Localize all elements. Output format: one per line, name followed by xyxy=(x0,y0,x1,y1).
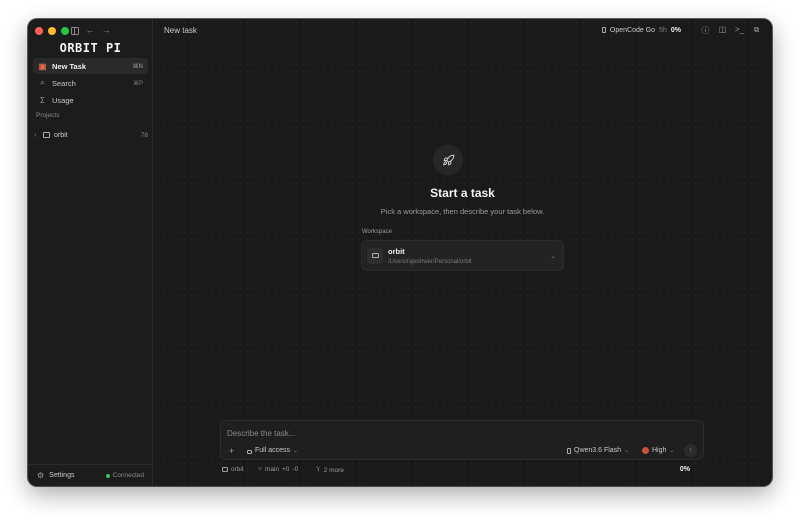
model-icon xyxy=(567,447,571,454)
toggle-sidebar-icon[interactable] xyxy=(71,27,79,35)
start-task-heading: Start a task xyxy=(430,186,495,200)
panel-right-icon[interactable]: ◫ xyxy=(718,25,727,36)
chevron-right-icon[interactable]: › xyxy=(34,132,41,139)
top-bar-actions: ⓘ ◫ >_ ⧉ xyxy=(701,25,761,36)
gear-icon: ⚙ xyxy=(37,471,45,480)
zoom-window-button[interactable] xyxy=(61,27,69,35)
git-fork-icon: Ⲩ xyxy=(316,466,321,473)
top-bar: New task OpenCode Go 5h 0% ⓘ ◫ >_ ⧉ xyxy=(153,19,772,41)
sidebar-item-label: Usage xyxy=(52,95,74,105)
chevron-down-icon: ⌄ xyxy=(293,448,299,454)
forward-arrow-icon[interactable]: → xyxy=(101,25,111,35)
info-icon[interactable]: ⓘ xyxy=(701,25,710,36)
branch-name: main xyxy=(264,466,279,473)
search-icon: ⌕ xyxy=(40,78,45,87)
project-name: orbit xyxy=(54,131,68,139)
task-composer: Describe the task... + Full access ⌄ Qwe… xyxy=(220,420,704,460)
main-panel: New task OpenCode Go 5h 0% ⓘ ◫ >_ ⧉ Star… xyxy=(153,19,772,486)
project-item-orbit[interactable]: › orbit 78 xyxy=(34,129,148,141)
chevron-down-icon: ⌄ xyxy=(669,448,675,454)
model-dropdown[interactable]: Qwen3.6 Flash ⌄ xyxy=(567,447,629,454)
provider-name: OpenCode Go xyxy=(609,26,656,34)
chevron-down-icon: ⌄ xyxy=(550,252,556,260)
sidebar-item-label: New Task xyxy=(52,61,87,71)
sidebar-item-search[interactable]: ⌕ Search ⌘P xyxy=(33,75,148,91)
window-controls xyxy=(35,27,69,35)
folder-icon xyxy=(222,467,228,472)
device-icon xyxy=(601,27,606,33)
status-dot-icon xyxy=(105,473,110,478)
project-count: 78 xyxy=(140,131,148,139)
effort-dropdown[interactable]: High ⌄ xyxy=(642,447,674,454)
task-input[interactable]: Describe the task... xyxy=(227,429,295,438)
model-label: Qwen3.6 Flash xyxy=(574,447,622,454)
titlebar-controls: ← → xyxy=(71,25,111,35)
projects-heading: Projects xyxy=(36,112,60,119)
worktrees-label: 2 more xyxy=(323,466,344,474)
start-task-subtitle: Pick a workspace, then describe your tas… xyxy=(380,207,545,216)
chevron-down-icon: ⌄ xyxy=(624,448,630,454)
workspace-path: /Users/rajeshwer/Personal/orbit xyxy=(388,258,472,265)
workspace-selector[interactable]: orbit /Users/rajeshwer/Personal/orbit ⌄ xyxy=(361,240,564,271)
sidebar-item-usage[interactable]: Σ Usage xyxy=(33,92,148,108)
shortcut-hint: ⌘N xyxy=(132,63,143,70)
status-project-name: orbit xyxy=(231,466,244,473)
access-dropdown[interactable]: Full access ⌄ xyxy=(247,447,298,454)
deletions-count: -0 xyxy=(292,466,299,473)
lock-icon xyxy=(247,449,252,454)
usage-indicator[interactable]: OpenCode Go 5h 0% xyxy=(601,26,681,34)
status-project[interactable]: orbit xyxy=(222,466,244,473)
attach-plus-icon[interactable]: + xyxy=(229,446,234,456)
rocket-icon xyxy=(433,145,463,175)
minimize-window-button[interactable] xyxy=(48,27,56,35)
new-task-icon: ▣ xyxy=(38,61,47,71)
access-label: Full access xyxy=(255,447,291,454)
app-window: ← → ORBIT PI ▣ New Task ⌘N ⌕ Search ⌘P Σ… xyxy=(28,19,772,486)
back-arrow-icon[interactable]: ← xyxy=(85,25,95,35)
sidebar: ← → ORBIT PI ▣ New Task ⌘N ⌕ Search ⌘P Σ… xyxy=(28,19,153,486)
shortcut-hint: ⌘P xyxy=(132,80,143,87)
settings-button[interactable]: Settings xyxy=(49,472,105,479)
sigma-icon: Σ xyxy=(40,95,45,105)
sidebar-footer: ⚙ Settings Connected xyxy=(28,464,153,486)
effort-label: High xyxy=(652,447,667,454)
folder-icon xyxy=(367,247,383,264)
additions-count: +0 xyxy=(282,466,290,473)
copy-icon[interactable]: ⧉ xyxy=(752,25,761,36)
sidebar-nav: ▣ New Task ⌘N ⌕ Search ⌘P Σ Usage xyxy=(33,58,148,109)
status-bar: orbit ⑂ main +0 -0 Ⲩ 2 more 0% xyxy=(222,466,702,476)
connection-status-text: Connected xyxy=(112,472,144,479)
page-title: New task xyxy=(164,25,197,35)
workspace-label: Workspace xyxy=(362,229,392,235)
usage-window: 5h xyxy=(659,26,667,34)
git-branch-icon: ⑂ xyxy=(258,466,262,473)
workspace-name: orbit xyxy=(388,246,405,256)
context-percent: 0% xyxy=(679,466,690,473)
effort-icon xyxy=(642,447,649,454)
send-button[interactable]: ↑ xyxy=(684,444,697,457)
close-window-button[interactable] xyxy=(35,27,43,35)
connection-status: Connected xyxy=(105,472,144,479)
usage-percent: 0% xyxy=(670,26,681,34)
app-logo: ORBIT PI xyxy=(59,41,122,55)
status-branch[interactable]: ⑂ main +0 -0 xyxy=(258,466,298,473)
status-worktrees[interactable]: Ⲩ 2 more xyxy=(316,466,344,474)
terminal-icon[interactable]: >_ xyxy=(735,25,744,36)
folder-icon xyxy=(43,132,50,138)
sidebar-item-label: Search xyxy=(52,78,76,88)
sidebar-item-new-task[interactable]: ▣ New Task ⌘N xyxy=(33,58,148,74)
